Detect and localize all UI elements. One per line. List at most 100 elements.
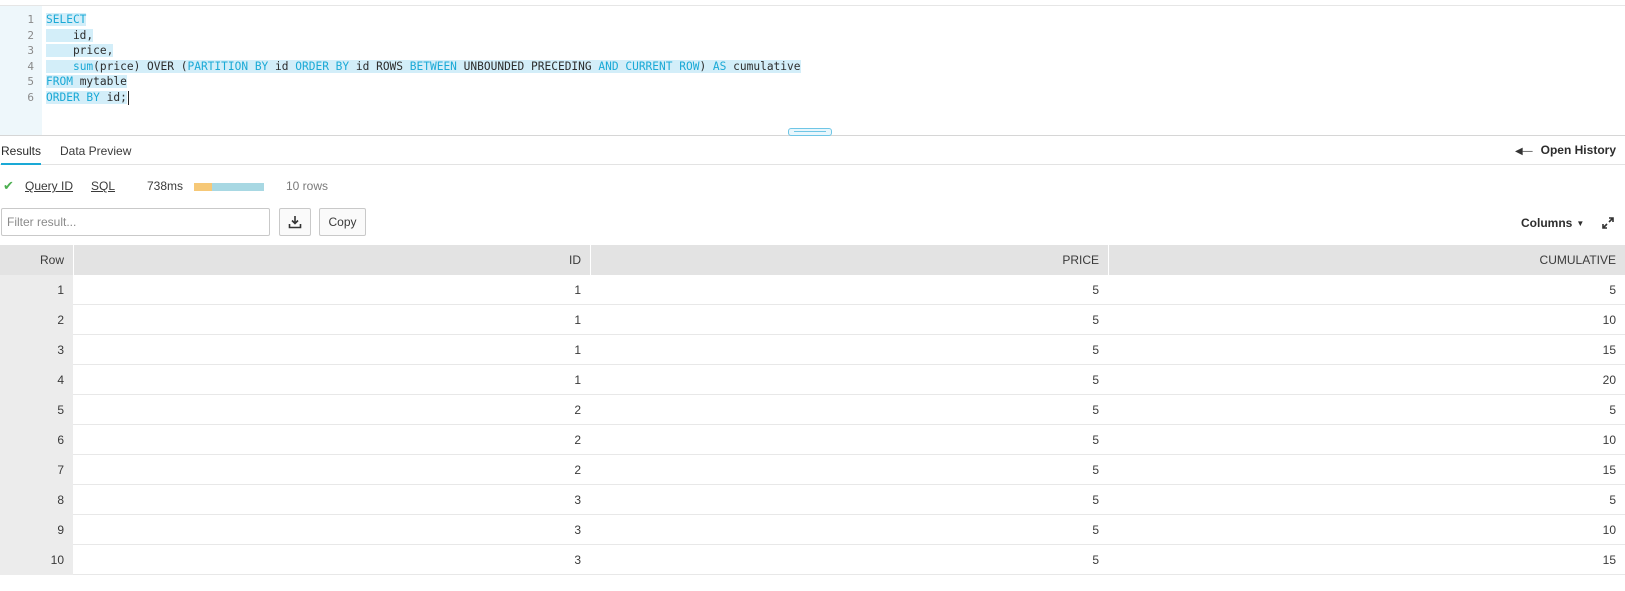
- sql-token: id ROWS: [349, 59, 410, 73]
- sql-keyword: CURRENT ROW: [625, 59, 700, 73]
- cell-price: 5: [1092, 493, 1099, 507]
- table-row[interactable]: 8 3 5 5: [0, 485, 1625, 515]
- cell-price: 5: [1092, 343, 1099, 357]
- tab-results[interactable]: Results: [1, 143, 42, 165]
- cell-id: 3: [574, 493, 581, 507]
- expand-icon[interactable]: [1601, 216, 1615, 230]
- sql-token: id;: [99, 90, 127, 104]
- code-line: price,: [46, 43, 114, 59]
- selected-text: ORDER BY id;: [46, 90, 127, 104]
- table-header: Row ID PRICE CUMULATIVE: [0, 245, 1625, 275]
- cell-price: 5: [1092, 553, 1099, 567]
- sql-keyword: FROM: [46, 75, 73, 88]
- cell-id: 1: [574, 313, 581, 327]
- tab-data-preview[interactable]: Data Preview: [60, 143, 131, 165]
- open-history-label: Open History: [1540, 143, 1616, 157]
- code-line: FROM mytable: [46, 74, 127, 90]
- table-row[interactable]: 9 3 5 10: [0, 515, 1625, 545]
- cell-cumulative: 5: [1609, 493, 1616, 507]
- table-row[interactable]: 3 1 5 15: [0, 335, 1625, 365]
- table-row[interactable]: 10 3 5 15: [0, 545, 1625, 575]
- header-row[interactable]: Row: [0, 245, 73, 275]
- sql-keyword: SELECT: [46, 13, 87, 26]
- cell-cumulative: 10: [1602, 523, 1616, 537]
- line-number-gutter: 1 2 3 4 5 6: [0, 6, 42, 135]
- sql-keyword: AND: [598, 59, 619, 73]
- sql-token: UNBOUNDED PRECEDING: [456, 59, 599, 73]
- table-row[interactable]: 1 1 5 5: [0, 275, 1625, 305]
- cell-row-number: 1: [0, 275, 73, 305]
- header-price[interactable]: PRICE: [590, 245, 1108, 275]
- cell-row-number: 9: [0, 515, 73, 545]
- code-line: ORDER BY id;: [46, 90, 129, 106]
- cell-id: 3: [574, 523, 581, 537]
- cell-cumulative: 5: [1609, 283, 1616, 297]
- line-number: 6: [27, 90, 34, 104]
- sql-token: mytable: [72, 75, 127, 88]
- cell-price: 5: [1092, 433, 1099, 447]
- download-button[interactable]: [279, 208, 311, 236]
- timing-bar: [194, 183, 264, 191]
- check-icon: ✔: [3, 178, 14, 193]
- table-row[interactable]: 5 2 5 5: [0, 395, 1625, 425]
- table-row[interactable]: 6 2 5 10: [0, 425, 1625, 455]
- table-row[interactable]: 7 2 5 15: [0, 455, 1625, 485]
- sql-token: price,: [46, 44, 114, 57]
- caret-down-icon: ▼: [1576, 219, 1585, 228]
- cell-id: 2: [574, 433, 581, 447]
- cell-cumulative: 15: [1602, 463, 1616, 477]
- cell-row-number: 2: [0, 305, 73, 335]
- cell-id: 3: [574, 553, 581, 567]
- sql-token: cumulative: [726, 59, 801, 73]
- cell-row-number: 4: [0, 365, 73, 395]
- header-cumulative[interactable]: CUMULATIVE: [1108, 245, 1625, 275]
- line-number: 3: [27, 44, 34, 57]
- results-table: Row ID PRICE CUMULATIVE 1 1 5 5 2 1 5 10 3 1 5 15 4 1…: [0, 245, 1625, 575]
- sql-keyword: BETWEEN: [409, 59, 457, 73]
- cell-cumulative: 10: [1602, 313, 1616, 327]
- code-line: sum(price) OVER (PARTITION BY id ORDER B…: [46, 59, 801, 75]
- sql-keyword: AS: [712, 59, 727, 73]
- cell-price: 5: [1092, 523, 1099, 537]
- sql-token: id,: [46, 28, 94, 42]
- execution-time: 738ms: [147, 179, 184, 193]
- cell-row-number: 10: [0, 545, 73, 575]
- timing-bar-segment: [194, 183, 212, 191]
- line-number: 2: [27, 28, 34, 42]
- cell-id: 1: [574, 373, 581, 387]
- sql-link[interactable]: SQL: [91, 179, 115, 193]
- cell-id: 1: [574, 283, 581, 297]
- cell-cumulative: 5: [1609, 403, 1616, 417]
- sql-token: (price) OVER (: [93, 59, 188, 73]
- columns-dropdown[interactable]: Columns ▼: [1521, 216, 1584, 230]
- open-history-button[interactable]: ◀— Open History: [1515, 143, 1616, 157]
- table-row[interactable]: 4 1 5 20: [0, 365, 1625, 395]
- sql-token: id: [268, 59, 296, 73]
- line-number: 1: [27, 13, 34, 26]
- cell-id: 2: [574, 463, 581, 477]
- copy-button[interactable]: Copy: [319, 208, 366, 236]
- cell-price: 5: [1092, 403, 1099, 417]
- table-row[interactable]: 2 1 5 10: [0, 305, 1625, 335]
- filter-result-input[interactable]: [1, 208, 270, 236]
- sql-editor[interactable]: 1 2 3 4 5 6 SELECT id, price, sum(price) OVER…: [0, 5, 1625, 136]
- columns-label: Columns: [1521, 216, 1573, 230]
- code-line: id,: [46, 28, 94, 44]
- cell-price: 5: [1092, 463, 1099, 477]
- resize-handle[interactable]: [788, 128, 832, 136]
- cell-price: 5: [1092, 313, 1099, 327]
- text-cursor: [127, 90, 129, 105]
- header-id[interactable]: ID: [73, 245, 590, 275]
- cell-price: 5: [1092, 283, 1099, 297]
- line-number: 4: [27, 59, 34, 73]
- cell-row-number: 3: [0, 335, 73, 365]
- query-id-link[interactable]: Query ID: [25, 179, 73, 193]
- sql-keyword: ORDER BY: [46, 90, 100, 104]
- selected-text: sum(price) OVER (PARTITION BY id ORDER B…: [46, 59, 801, 73]
- sql-keyword: ORDER BY: [295, 59, 350, 73]
- sql-token: ): [699, 59, 713, 73]
- selected-text: FROM mytable: [46, 75, 127, 88]
- cell-cumulative: 10: [1602, 433, 1616, 447]
- cell-row-number: 5: [0, 395, 73, 425]
